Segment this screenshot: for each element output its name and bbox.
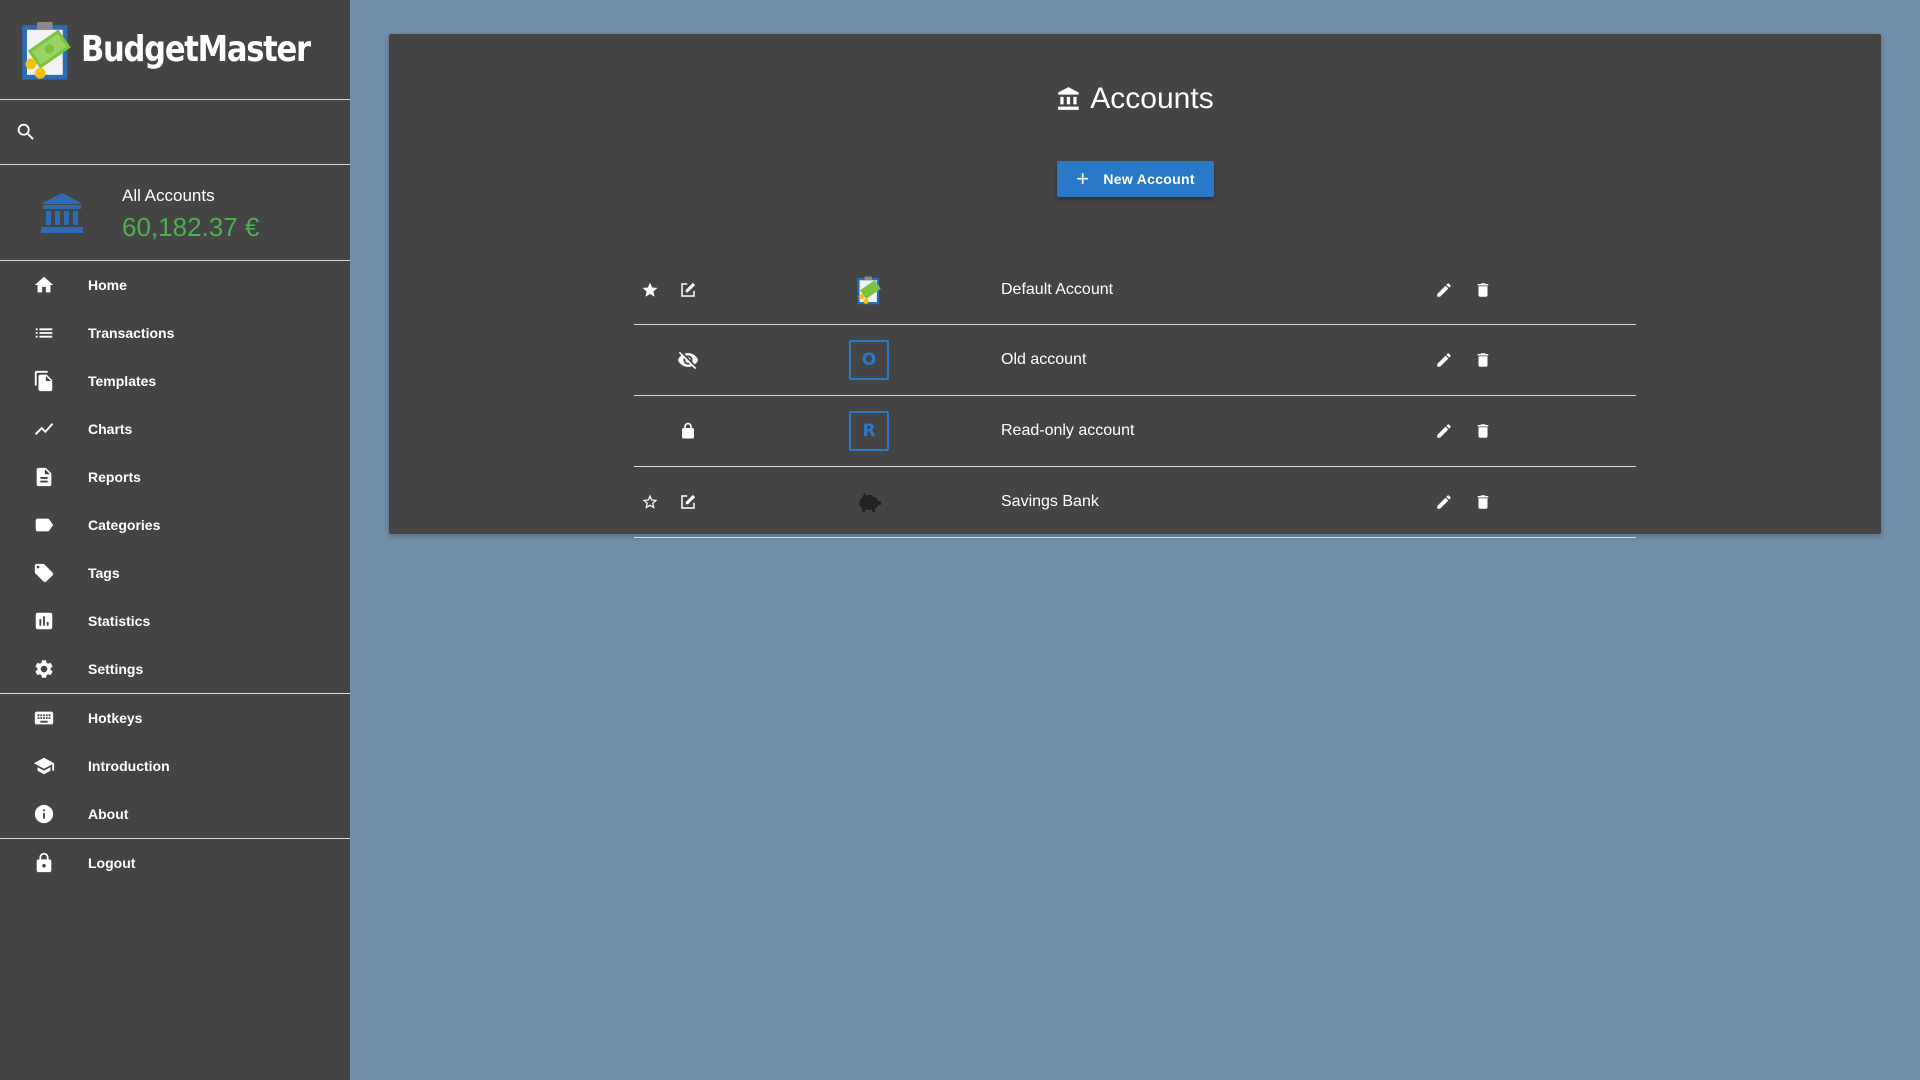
table-row: Default Account [634, 256, 1636, 325]
edit-note-icon[interactable] [676, 278, 700, 302]
nav-item-logout[interactable]: Logout [0, 839, 350, 887]
nav-item-statistics[interactable]: Statistics [0, 597, 350, 645]
nav-item-charts[interactable]: Charts [0, 405, 350, 453]
help-nav: Hotkeys Introduction About [0, 694, 350, 838]
account-selector[interactable]: All Accounts 60,182.37 € [0, 165, 350, 261]
nav-label: Hotkeys [88, 710, 143, 726]
trending-up-icon [32, 417, 56, 441]
letter-logo: O [849, 340, 889, 380]
table-row: O Old account [634, 325, 1636, 396]
description-icon [32, 465, 56, 489]
home-icon [32, 273, 56, 297]
session-nav: Logout [0, 839, 350, 887]
page-title: Accounts [389, 82, 1881, 116]
add-icon: + [1076, 166, 1090, 191]
nav-item-templates[interactable]: Templates [0, 357, 350, 405]
accounts-table: Default Account O Old account R Read-onl… [634, 256, 1636, 538]
eye-off-icon [676, 348, 700, 372]
page-title-text: Accounts [1090, 82, 1214, 115]
budgetmaster-logo-icon [22, 21, 71, 80]
budgetmaster-logo-icon [849, 270, 889, 310]
nav-label: Reports [88, 469, 141, 485]
nav-item-reports[interactable]: Reports [0, 453, 350, 501]
keyboard-icon [32, 706, 56, 730]
nav-item-hotkeys[interactable]: Hotkeys [0, 694, 350, 742]
brand[interactable]: BudgetMaster [0, 0, 350, 100]
nav-item-transactions[interactable]: Transactions [0, 309, 350, 357]
app-name: BudgetMaster [80, 29, 311, 70]
file-copy-icon [32, 369, 56, 393]
info-icon [32, 802, 56, 826]
trash-icon[interactable] [1471, 348, 1495, 372]
pencil-icon[interactable] [1432, 278, 1456, 302]
nav-label: Categories [88, 517, 161, 533]
nav-label: Charts [88, 421, 133, 437]
pencil-icon[interactable] [1432, 348, 1456, 372]
search-input[interactable] [47, 122, 327, 142]
nav-label: About [88, 806, 129, 822]
tag-icon [32, 561, 56, 585]
trash-icon[interactable] [1471, 490, 1495, 514]
account-info: All Accounts 60,182.37 € [122, 186, 259, 243]
list-icon [32, 321, 56, 345]
nav-label: Home [88, 277, 127, 293]
new-account-button[interactable]: + New Account [1057, 161, 1214, 197]
account-balance: 60,182.37 € [122, 212, 260, 242]
nav-label: Introduction [88, 758, 170, 774]
account-name: Read-only account [1001, 422, 1135, 439]
school-icon [32, 754, 56, 778]
nav-label: Logout [88, 855, 136, 871]
label-icon [32, 513, 56, 537]
table-row: Savings Bank [634, 467, 1636, 538]
account-name: Old account [1001, 351, 1087, 368]
nav-label: Templates [88, 373, 157, 389]
star-filled-icon[interactable] [640, 280, 660, 300]
nav-item-categories[interactable]: Categories [0, 501, 350, 549]
bar-chart-icon [32, 609, 56, 633]
nav-item-about[interactable]: About [0, 790, 350, 838]
bank-icon [41, 192, 83, 233]
nav-label: Settings [88, 661, 144, 677]
nav-item-introduction[interactable]: Introduction [0, 742, 350, 790]
search-icon [17, 123, 34, 140]
star-outline-icon[interactable] [640, 492, 660, 512]
nav-item-home[interactable]: Home [0, 261, 350, 309]
account-name: Default Account [1001, 281, 1114, 298]
pencil-icon[interactable] [1432, 419, 1456, 443]
letter-logo-text: O [849, 340, 889, 380]
accounts-card: Accounts + New Account Default Account O… [389, 34, 1881, 538]
new-account-label: New Account [1103, 171, 1195, 187]
trash-icon[interactable] [1471, 419, 1495, 443]
search-bar [0, 100, 350, 165]
lock-icon [32, 851, 56, 875]
piggy-bank-icon [849, 482, 889, 522]
pencil-icon[interactable] [1432, 490, 1456, 514]
trash-icon[interactable] [1471, 278, 1495, 302]
table-row: R Read-only account [634, 396, 1636, 467]
gear-icon [32, 657, 56, 681]
letter-logo: R [849, 411, 889, 451]
account-name: Savings Bank [1001, 493, 1099, 510]
nav-label: Transactions [88, 325, 175, 341]
nav-label: Statistics [88, 613, 151, 629]
selected-account-name: All Accounts [122, 186, 215, 205]
nav-item-tags[interactable]: Tags [0, 549, 350, 597]
nav-item-settings[interactable]: Settings [0, 645, 350, 693]
lock-icon [676, 419, 700, 443]
letter-logo-text: R [849, 411, 889, 451]
nav-label: Tags [88, 565, 120, 581]
sidebar: BudgetMaster All Accounts 60,182.37 € Ho… [0, 0, 350, 1080]
bank-icon [1058, 87, 1080, 110]
main-nav: Home Transactions Templates Charts Repor… [0, 261, 350, 693]
edit-note-icon[interactable] [676, 490, 700, 514]
